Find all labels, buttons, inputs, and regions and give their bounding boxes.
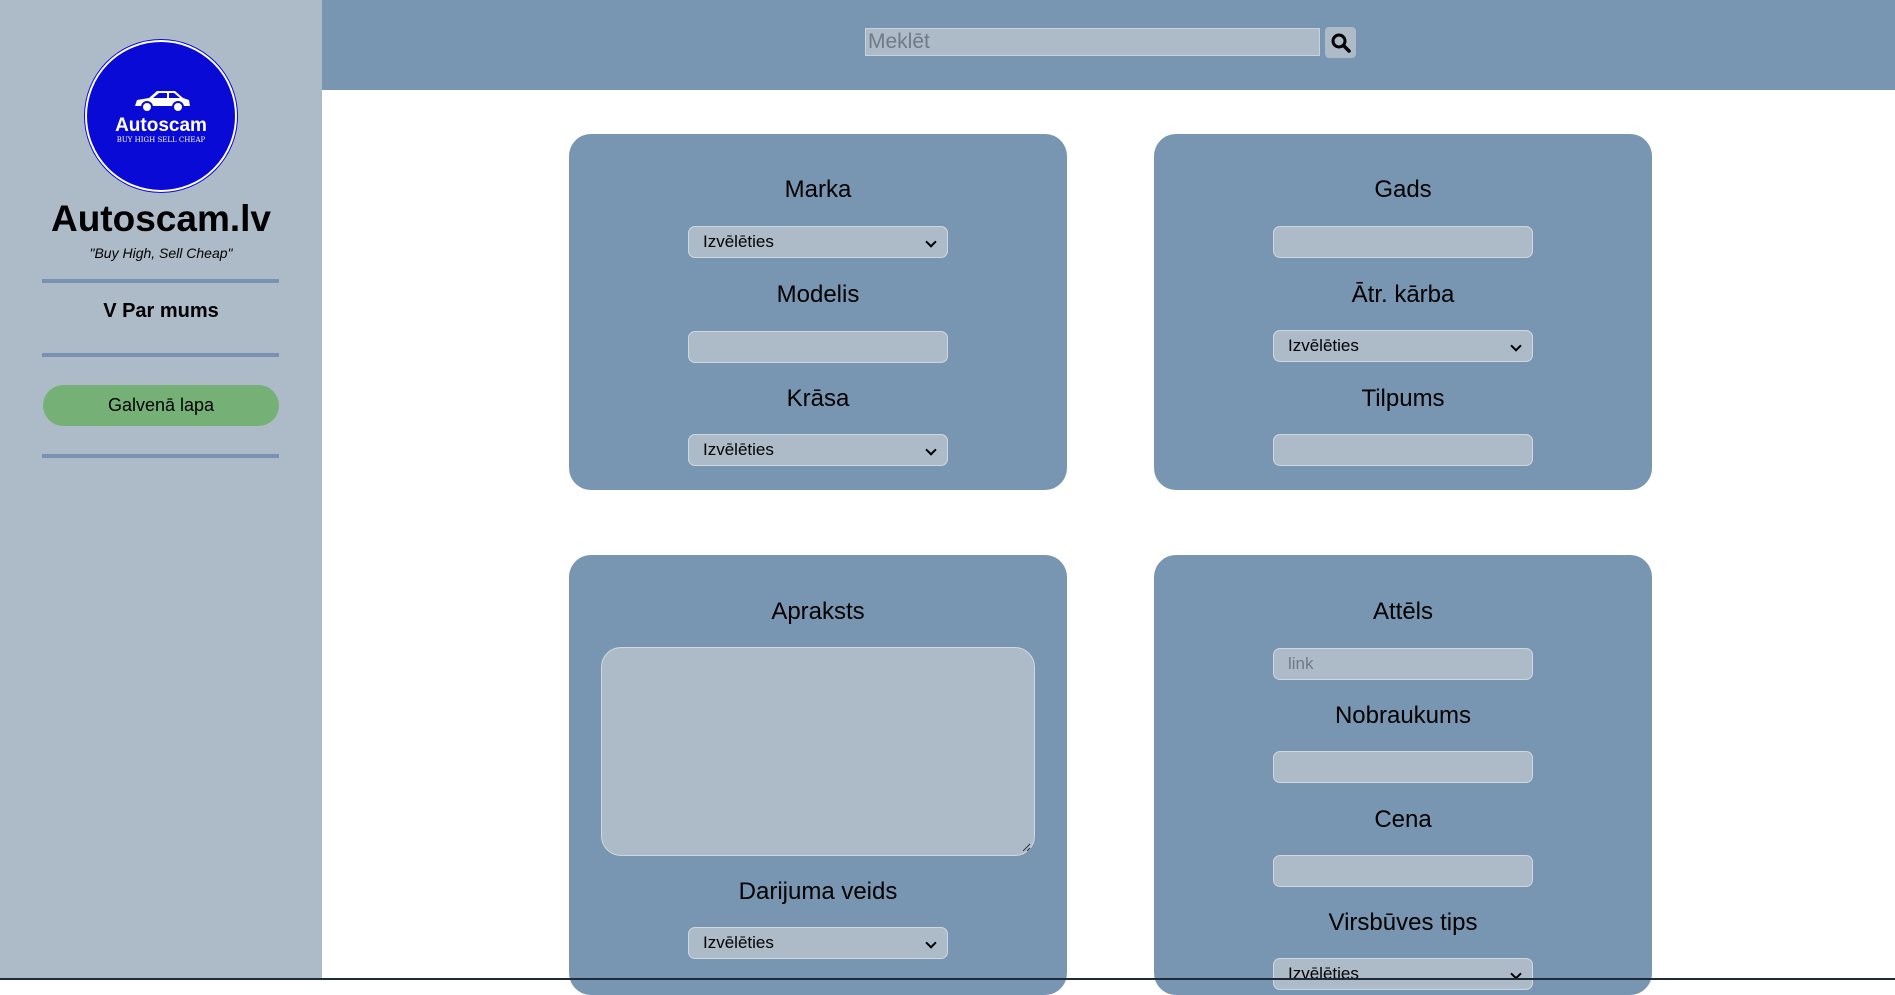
- search-icon: [1331, 33, 1351, 53]
- modelis-input[interactable]: [688, 331, 948, 363]
- gads-label: Gads: [1374, 176, 1432, 203]
- site-slogan: "Buy High, Sell Cheap": [89, 245, 233, 261]
- apraksts-textarea[interactable]: [601, 647, 1035, 856]
- tilpums-input[interactable]: [1273, 434, 1533, 466]
- sidebar: Autoscam BUY HIGH SELL CHEAP Autoscam.lv…: [0, 0, 322, 980]
- marka-select[interactable]: Izvēlēties: [688, 226, 948, 258]
- panel-car-basic: Marka Izvēlēties Modelis Krāsa Izvēlētie…: [569, 134, 1067, 490]
- panel-car-specs: Gads Ātr. kārba Izvēlēties Tilpums: [1154, 134, 1652, 490]
- nobraukums-label: Nobraukums: [1334, 702, 1472, 729]
- search-input[interactable]: [865, 28, 1320, 56]
- cena-input[interactable]: [1273, 855, 1533, 887]
- car-icon: [135, 91, 190, 113]
- attels-label: Attēls: [1372, 598, 1434, 625]
- gads-input[interactable]: [1273, 226, 1533, 258]
- divider: [42, 454, 279, 458]
- krasa-select[interactable]: Izvēlēties: [688, 434, 948, 466]
- krasa-label: Krāsa: [786, 385, 850, 412]
- divider: [42, 279, 279, 283]
- darijuma-veids-label: Darijuma veids: [738, 878, 898, 905]
- site-title: Autoscam.lv: [50, 198, 271, 239]
- modelis-label: Modelis: [776, 281, 860, 308]
- apraksts-label: Apraksts: [771, 598, 865, 625]
- darijuma-veids-select[interactable]: Izvēlēties: [688, 927, 948, 959]
- site-logo[interactable]: Autoscam BUY HIGH SELL CHEAP: [85, 40, 237, 192]
- logo-tagline: BUY HIGH SELL CHEAP: [116, 136, 206, 144]
- panel-description: Apraksts Darijuma veids Izvēlēties: [569, 555, 1067, 995]
- attels-link-input[interactable]: link: [1273, 648, 1533, 680]
- marka-label: Marka: [784, 176, 852, 203]
- atr-karba-select[interactable]: Izvēlēties: [1273, 330, 1533, 362]
- atr-karba-label: Ātr. kārba: [1351, 281, 1455, 308]
- resize-grip-icon[interactable]: [1021, 842, 1031, 852]
- panel-details: Attēls link Nobraukums Cena Virsbūves ti…: [1154, 555, 1652, 995]
- about-us-link[interactable]: V Par mums: [0, 300, 322, 323]
- divider: [42, 353, 279, 357]
- search-button[interactable]: [1325, 27, 1356, 58]
- home-page-button[interactable]: Galvenā lapa: [43, 385, 279, 426]
- cena-label: Cena: [1374, 806, 1432, 833]
- tilpums-label: Tilpums: [1361, 385, 1445, 412]
- logo-name: Autoscam: [115, 115, 207, 136]
- nobraukums-input[interactable]: [1273, 751, 1533, 783]
- virsbuves-tips-select[interactable]: Izvēlēties: [1273, 958, 1533, 990]
- virsbuves-tips-label: Virsbūves tips: [1328, 909, 1478, 936]
